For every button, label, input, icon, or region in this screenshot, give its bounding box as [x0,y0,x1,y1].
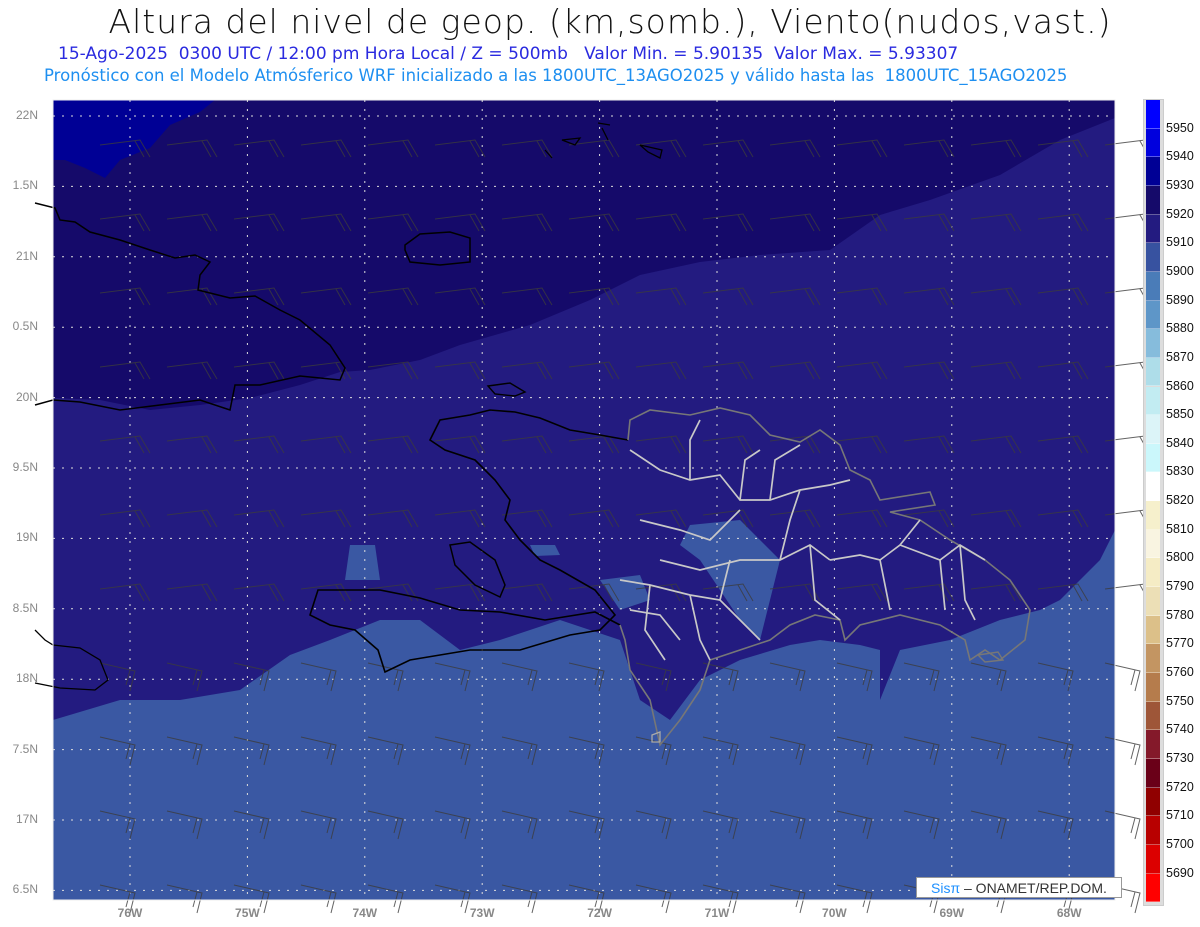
colorbar-swatch [1146,243,1160,272]
colorbar-label: 5790 [1166,579,1194,594]
latitude-label: 22N [15,108,38,122]
colorbar-swatch [1146,357,1160,387]
colorbar-label: 5870 [1166,349,1194,364]
colorbar-label: 5830 [1166,464,1194,479]
longitude-label: 72W [587,906,612,920]
colorbar-swatch [1146,529,1160,559]
colorbar-label: 5810 [1166,521,1194,536]
sispi-brand: Sisπ [931,880,961,896]
colorbar-swatch [1146,701,1160,731]
colorbar-label: 5720 [1166,779,1194,794]
longitude-label: 70W [822,906,847,920]
colorbar-label: 5750 [1166,693,1194,708]
colorbar-swatch [1146,100,1160,129]
latitude-label: 6.5N [12,882,38,897]
colorbar-swatch [1146,587,1160,616]
colorbar-swatch [1146,214,1160,244]
logo-text: – ONAMET/REP.DOM. [964,880,1107,896]
colorbar-label: 5820 [1166,493,1194,508]
colorbar-label: 5880 [1166,321,1194,336]
colorbar-label: 5910 [1166,235,1194,250]
longitude-label: 73W [469,906,495,920]
colorbar-swatch [1146,558,1160,588]
colorbar-label: 5780 [1166,607,1194,622]
colorbar-swatch [1146,472,1160,502]
colorbar-label: 5840 [1166,435,1194,450]
latitude-label: 9.5N [12,460,38,474]
latitude-label: 20N [15,389,38,404]
colorbar-label: 5900 [1166,263,1194,278]
latitude-label: 1.5N [12,178,38,193]
latitude-label: 8.5N [12,600,38,615]
colorbar-label: 5890 [1166,292,1194,307]
longitude-label: 68W [1056,906,1082,920]
longitude-label: 75W [235,906,260,920]
colorbar-label: 5920 [1166,206,1194,221]
colorbar-swatch [1146,673,1160,702]
colorbar-swatch [1146,185,1160,215]
latitude-label: 21N [15,248,38,263]
colorbar-swatch [1146,501,1160,530]
colorbar-label: 5710 [1166,808,1194,823]
colorbar-swatch [1146,844,1160,874]
onamet-logo: Sisπ – ONAMET/REP.DOM. [916,877,1122,898]
longitude-label: 74W [352,906,378,920]
colorbar-swatch [1146,730,1160,759]
colorbar-swatch [1146,873,1160,903]
colorbar-label: 5930 [1166,177,1194,192]
colorbar-swatch [1146,157,1160,186]
colorbar-swatch [1146,271,1160,301]
longitude-label: 76W [117,906,143,920]
latitude-label: 17N [15,812,38,826]
latitude-label: 18N [15,671,38,686]
colorbar-label: 5860 [1166,378,1194,393]
longitude-label: 69W [939,906,965,920]
colorbar-label: 5760 [1166,665,1194,679]
colorbar-swatch [1146,787,1160,817]
colorbar-swatch [1146,128,1160,158]
colorbar-label: 5730 [1166,750,1194,765]
colorbar-label: 5800 [1166,550,1194,565]
latitude-label: 19N [15,530,38,545]
colorbar-swatch [1146,615,1160,645]
colorbar-swatch [1146,415,1160,444]
colorbar-swatch [1146,443,1160,473]
colorbar-label: 5950 [1166,120,1194,135]
colorbar-swatch [1146,816,1160,845]
colorbar-swatch [1146,644,1160,673]
colorbar-swatch [1146,386,1160,416]
colorbar-swatch [1146,329,1160,358]
latitude-label: 7.5N [12,741,38,756]
map-canvas [34,99,1156,914]
colorbar-label: 5690 [1166,865,1194,880]
colorbar-label: 5940 [1166,149,1194,164]
colorbar-swatch [1146,300,1160,330]
latitude-label: 0.5N [12,319,38,334]
colorbar-label: 5770 [1166,636,1194,651]
colorbar-label: 5850 [1166,407,1194,422]
colorbar-label: 5700 [1166,836,1194,851]
colorbar-label: 5740 [1166,722,1194,737]
colorbar-swatch [1146,758,1160,788]
longitude-label: 71W [704,906,730,920]
